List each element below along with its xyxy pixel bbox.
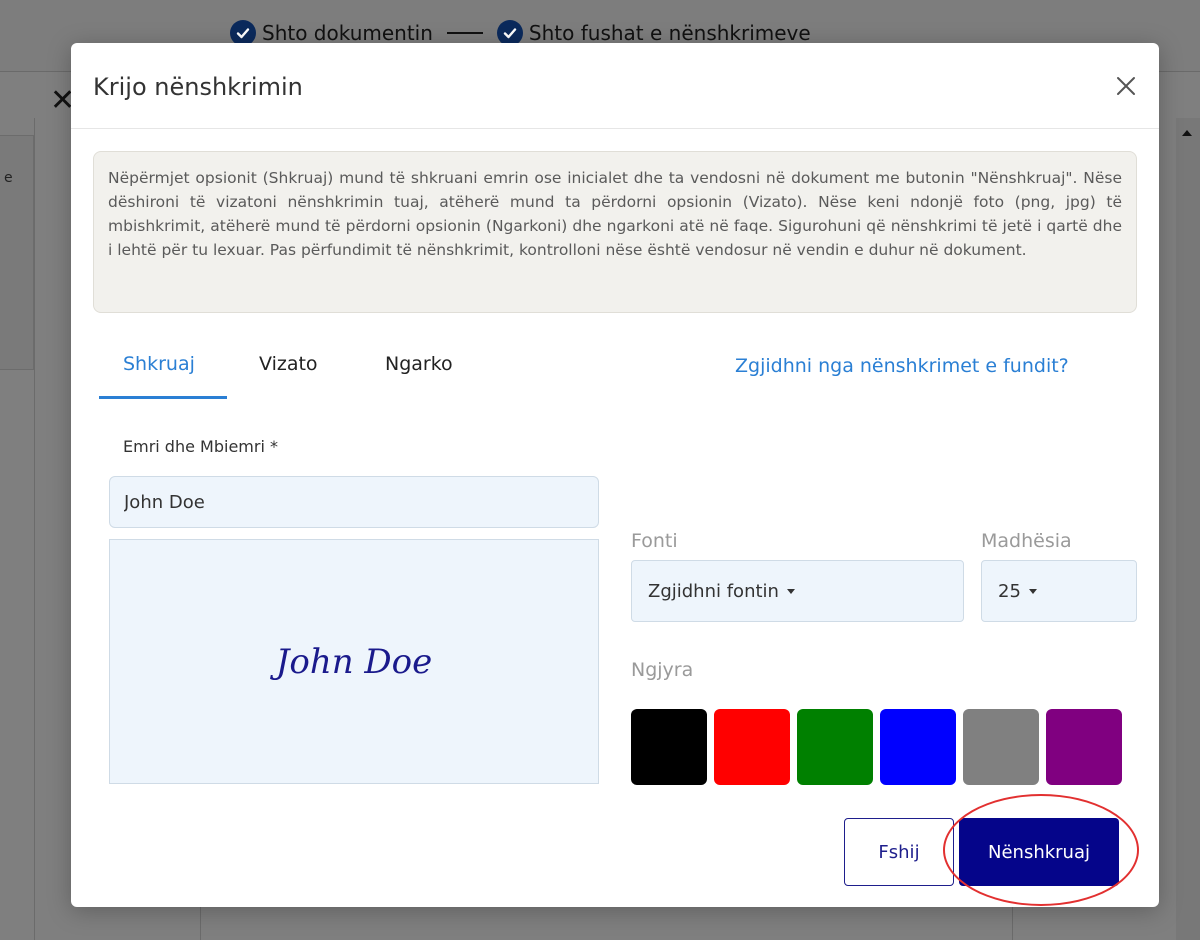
caret-down-icon — [786, 588, 795, 594]
name-input[interactable] — [109, 476, 599, 528]
step-label: Shto dokumentin — [262, 21, 433, 45]
signature-mode-tabs: Shkruaj Vizato Ngarko — [99, 339, 499, 401]
scroll-up-arrow-icon[interactable] — [1182, 130, 1192, 136]
background-edge-text: e — [4, 170, 13, 186]
modal-title: Krijo nënshkrimin — [93, 73, 303, 101]
step-connector — [446, 32, 483, 34]
instructions-box: Nëpërmjet opsionit (Shkruaj) mund të shk… — [93, 151, 1137, 313]
signature-preview-text: John Doe — [275, 641, 433, 682]
color-swatch-grey[interactable] — [963, 709, 1039, 785]
color-swatch-blue[interactable] — [880, 709, 956, 785]
signature-preview: John Doe — [109, 539, 599, 784]
size-select[interactable]: 25 — [981, 560, 1137, 622]
font-select[interactable]: Zgjidhni fontin — [631, 560, 964, 622]
recent-signatures-link[interactable]: Zgjidhni nga nënshkrimet e fundit? — [735, 355, 1069, 377]
background-scrollbar[interactable] — [1176, 118, 1200, 940]
size-select-value: 25 — [998, 580, 1021, 602]
color-label: Ngjyra — [631, 659, 694, 681]
close-icon[interactable] — [1113, 73, 1139, 99]
modal-header: Krijo nënshkrimin — [71, 43, 1159, 129]
font-label: Fonti — [631, 530, 678, 552]
name-field-label: Emri dhe Mbiemri * — [123, 437, 278, 456]
color-swatch-black[interactable] — [631, 709, 707, 785]
sign-button[interactable]: Nënshkruaj — [959, 818, 1119, 886]
size-label: Madhësia — [981, 530, 1072, 552]
clear-button[interactable]: Fshij — [844, 818, 954, 886]
color-swatch-red[interactable] — [714, 709, 790, 785]
create-signature-modal: Krijo nënshkrimin Nëpërmjet opsionit (Sh… — [71, 43, 1159, 907]
caret-down-icon — [1028, 588, 1037, 594]
step-label: Shto fushat e nënshkrimeve — [528, 21, 811, 45]
font-select-value: Zgjidhni fontin — [648, 580, 779, 602]
active-tab-indicator — [99, 396, 227, 399]
tab-write[interactable]: Shkruaj — [123, 353, 195, 375]
color-swatch-purple[interactable] — [1046, 709, 1122, 785]
color-swatch-green[interactable] — [797, 709, 873, 785]
tab-draw[interactable]: Vizato — [259, 353, 318, 375]
tab-upload[interactable]: Ngarko — [385, 353, 453, 375]
background-divider — [34, 118, 35, 940]
